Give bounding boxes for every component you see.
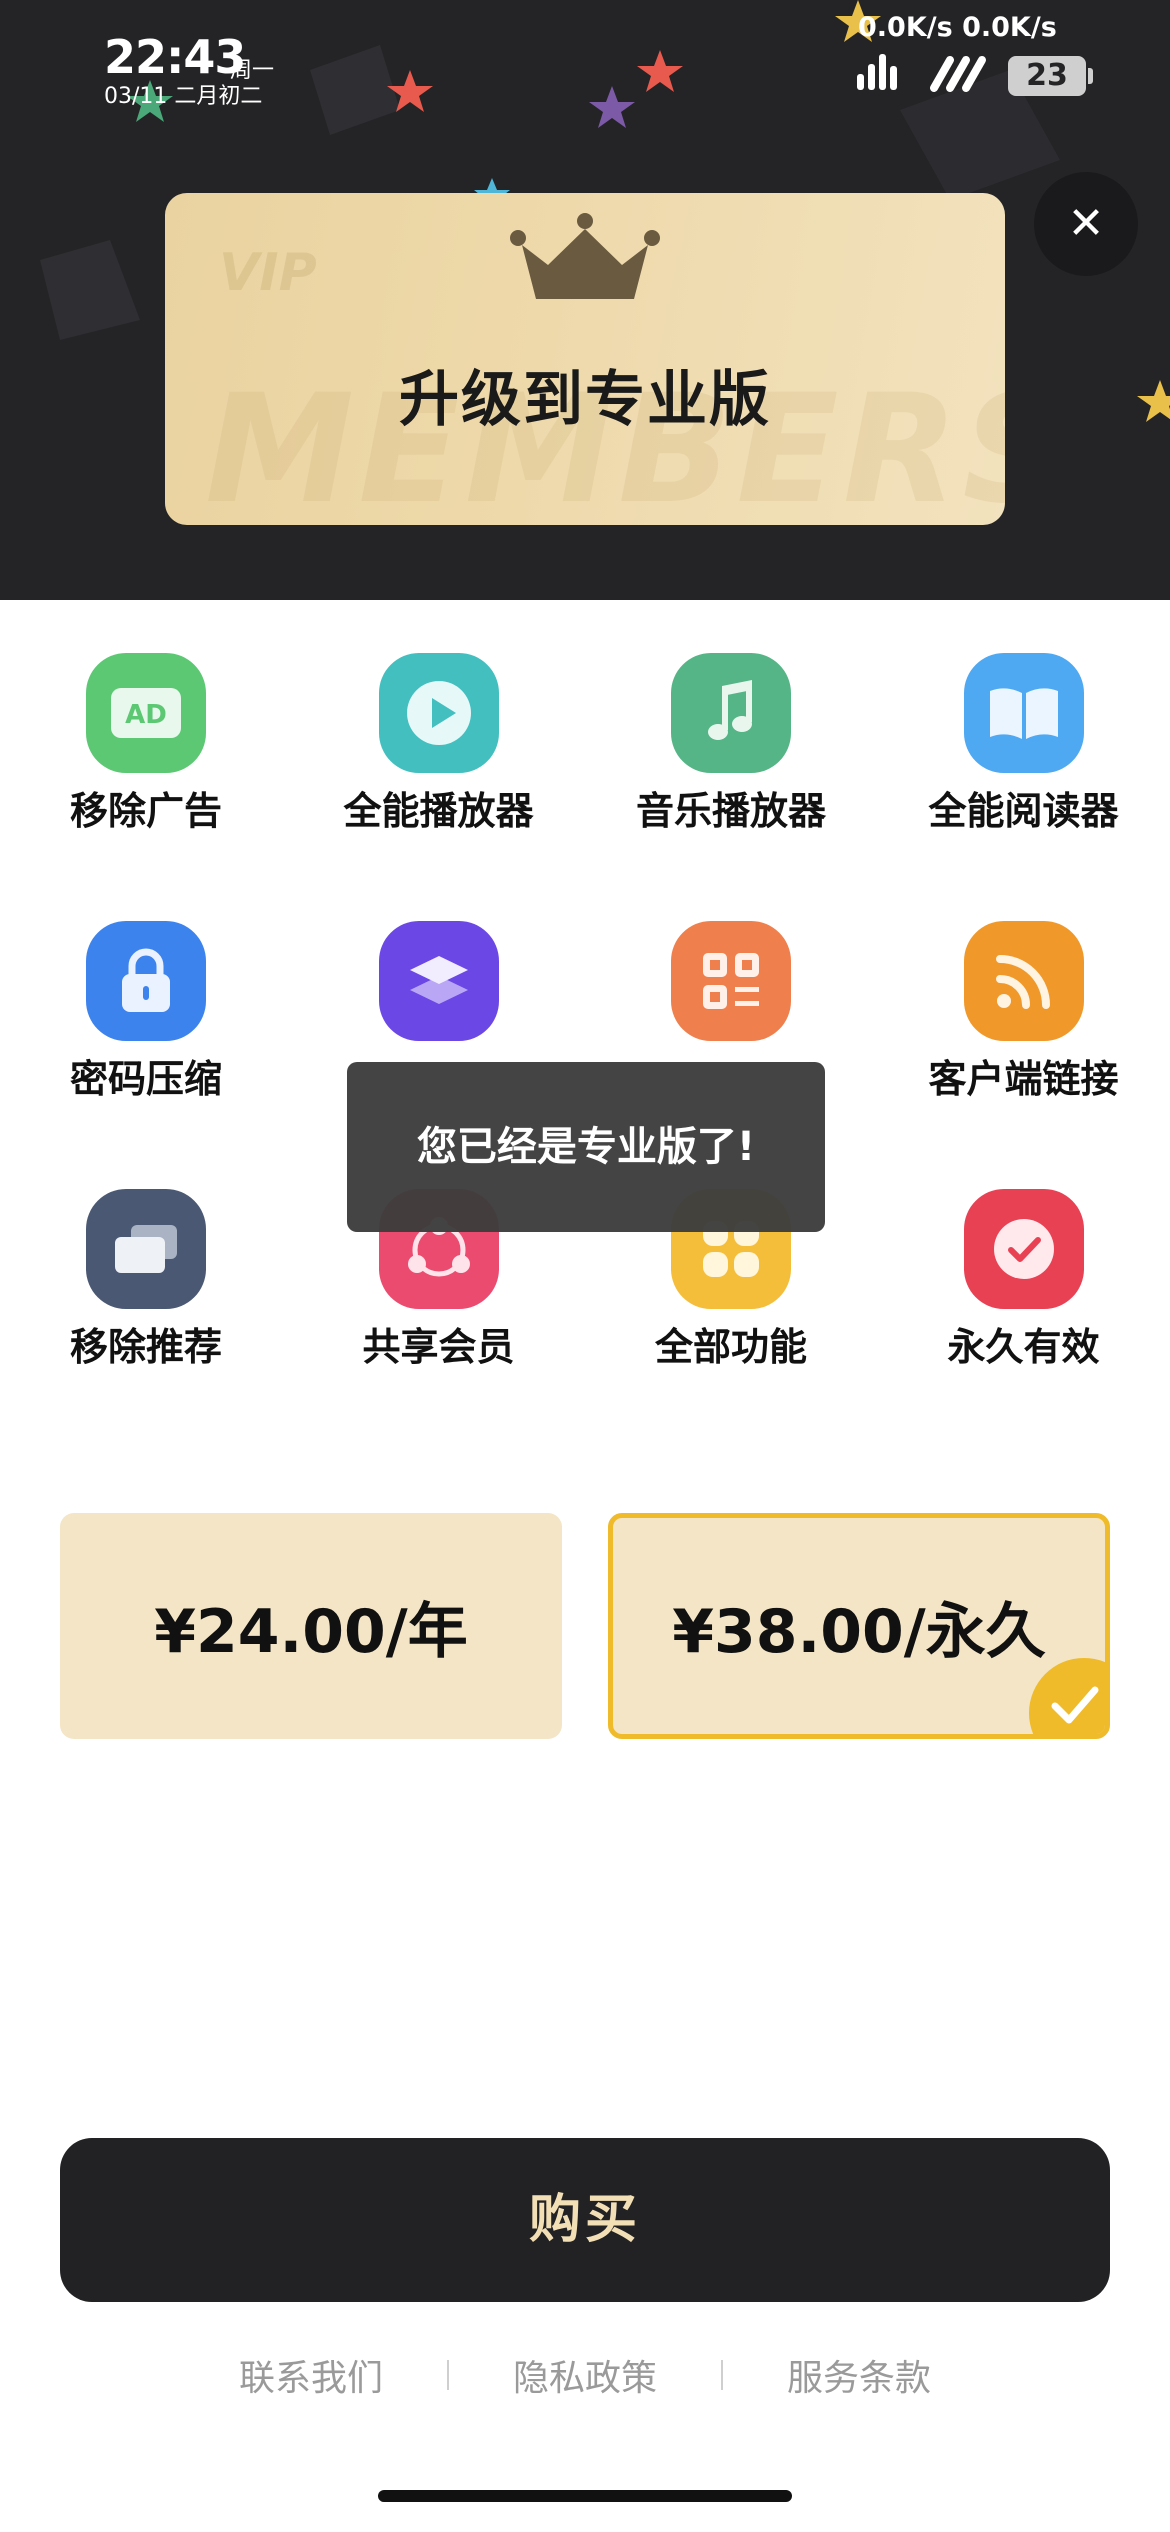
banner-title: 升级到专业版 (399, 365, 771, 435)
feature-password-compress[interactable]: 密码压缩 (0, 888, 293, 1156)
feature-label: 密码压缩 (69, 1057, 222, 1101)
price-label: ¥24.00/年 (154, 1596, 468, 1667)
feature-remove-ads[interactable]: AD 移除广告 (0, 620, 293, 888)
price-label: ¥38.00/永久 (672, 1596, 1046, 1667)
feature-grid: AD 移除广告 全能播放器 音乐播放器 全能阅读器 密码压缩 客户端链接 移除推… (0, 620, 1170, 1400)
close-button[interactable]: ✕ (1034, 172, 1138, 276)
feature-label: 全能播放器 (343, 789, 534, 833)
feature-label: 共享会员 (362, 1325, 515, 1369)
feature-label: 移除广告 (69, 789, 222, 833)
header-area: 22:43 周一 03/11 二月初二 0.0K/s 0.0K/s 23 VIP… (0, 0, 1170, 600)
privacy-policy-link[interactable]: 隐私政策 (513, 2349, 657, 2401)
divider (446, 2360, 449, 2390)
feature-all-reader[interactable]: 全能阅读器 (878, 620, 1170, 888)
feature-permanent[interactable]: 永久有效 (878, 1156, 1170, 1424)
battery-level: 23 (1008, 56, 1086, 96)
feature-label: 全部功能 (654, 1325, 807, 1369)
home-indicator[interactable] (378, 2490, 792, 2502)
watermark-vip: VIP (219, 243, 317, 303)
feature-remove-recommend[interactable]: 移除推荐 (0, 1156, 293, 1424)
windows-icon (86, 1189, 206, 1309)
music-note-icon (671, 653, 791, 773)
battery-tip (1088, 68, 1093, 84)
ad-icon: AD (86, 653, 206, 773)
price-option-lifetime[interactable]: ¥38.00/永久 (608, 1513, 1110, 1739)
selected-check-icon (1029, 1658, 1105, 1734)
qr-code-icon (671, 921, 791, 1041)
feature-label: 全能阅读器 (928, 789, 1119, 833)
play-icon (378, 653, 499, 773)
contact-us-link[interactable]: 联系我们 (239, 2349, 383, 2401)
feature-label: 移除推荐 (69, 1325, 222, 1369)
feature-client-link[interactable]: 客户端链接 (878, 888, 1170, 1156)
network-speed: 0.0K/s 0.0K/s (858, 12, 1057, 43)
footer-links: 联系我们 隐私政策 服务条款 (0, 2345, 1170, 2405)
wifi-icon (930, 56, 986, 92)
lock-icon (86, 921, 206, 1041)
signal-icon (857, 54, 897, 90)
close-icon: ✕ (1067, 198, 1105, 249)
price-option-yearly[interactable]: ¥24.00/年 (60, 1513, 562, 1739)
check-circle-icon (963, 1189, 1084, 1309)
crown-icon (510, 213, 660, 299)
feature-label: 永久有效 (947, 1325, 1100, 1369)
svg-text:AD: AD (125, 700, 167, 730)
upgrade-banner: VIP MEMBERSHIP 升级到专业版 (165, 193, 1005, 525)
divider (721, 2360, 723, 2390)
feature-label: 客户端链接 (928, 1057, 1119, 1101)
layers-icon (378, 921, 499, 1041)
book-icon (963, 653, 1084, 773)
feature-label: 音乐播放器 (635, 789, 826, 833)
status-bar: 22:43 周一 03/11 二月初二 0.0K/s 0.0K/s 23 (0, 0, 1170, 120)
rss-icon (963, 921, 1084, 1041)
toast-message: 您已经是专业版了! (347, 1062, 825, 1232)
feature-all-player[interactable]: 全能播放器 (293, 620, 586, 888)
status-date: 03/11 二月初二 (104, 84, 263, 109)
terms-of-service-link[interactable]: 服务条款 (787, 2349, 931, 2401)
buy-button[interactable]: 购买 (60, 2138, 1110, 2302)
status-time: 22:43 (104, 30, 246, 84)
feature-music-player[interactable]: 音乐播放器 (585, 620, 878, 888)
